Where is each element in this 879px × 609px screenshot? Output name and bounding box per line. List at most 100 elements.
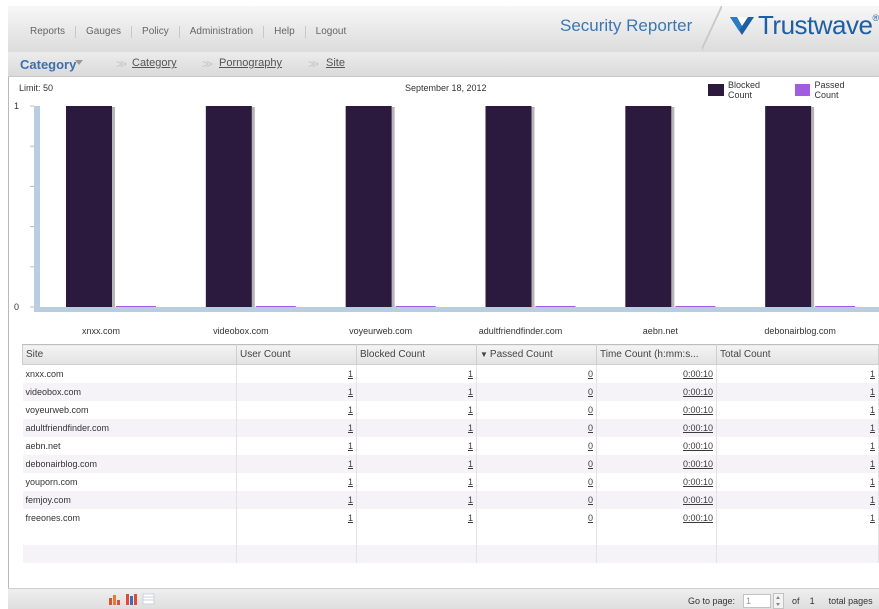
pagination: Go to page: of 1 total pages (688, 593, 873, 609)
cell-time-count[interactable]: 0:00:10 (596, 364, 717, 383)
cell-passed-count[interactable]: 0 (476, 491, 597, 509)
empty-cell (596, 545, 717, 563)
cell-user-count[interactable]: 1 (236, 491, 357, 509)
menu-policy[interactable]: Policy (132, 26, 180, 38)
bar-blocked (66, 106, 112, 307)
bar-blocked (205, 106, 252, 307)
category-dropdown[interactable]: Category (20, 57, 76, 72)
cell-user-count[interactable]: 1 (236, 509, 357, 527)
table-view-icon[interactable] (142, 593, 156, 605)
bar-shadow (112, 107, 115, 307)
breadcrumb-link-pornography[interactable]: Pornography (219, 57, 282, 69)
breadcrumb-link-category[interactable]: Category (132, 57, 177, 69)
empty-row (22, 527, 879, 545)
cell-passed-count[interactable]: 0 (476, 509, 597, 527)
cell-total-count[interactable]: 1 (716, 491, 879, 509)
cell-blocked-count[interactable]: 1 (356, 455, 477, 473)
cell-site: debonairblog.com (22, 455, 237, 473)
empty-cell (356, 527, 477, 545)
cell-time-count[interactable]: 0:00:10 (596, 509, 717, 527)
page-stepper[interactable] (773, 593, 785, 609)
cell-time-count[interactable]: 0:00:10 (596, 401, 717, 419)
empty-cell (22, 545, 237, 563)
col-header-total-count[interactable]: Total Count (716, 344, 879, 365)
col-header-site[interactable]: Site (22, 344, 237, 365)
breadcrumb-link-site[interactable]: Site (326, 57, 345, 69)
stacked-chart-view-icon[interactable] (125, 593, 139, 605)
cell-user-count[interactable]: 1 (236, 401, 357, 419)
cell-passed-count[interactable]: 0 (476, 473, 597, 491)
bar-blocked (485, 106, 532, 307)
cell-user-count[interactable]: 1 (236, 455, 357, 473)
cell-site: adultfriendfinder.com (22, 419, 237, 437)
table-row[interactable]: debonairblog.com 1 1 0 0:00:10 1 (22, 455, 879, 473)
x-tick-label: xnxx.com (81, 326, 121, 336)
cell-total-count[interactable]: 1 (716, 509, 879, 527)
page-number-input[interactable] (743, 594, 772, 608)
total-pages-value: 1 (809, 596, 815, 606)
cell-passed-count[interactable]: 0 (476, 419, 597, 437)
cell-passed-count[interactable]: 0 (476, 401, 597, 419)
main-menu: Reports Gauges Policy Administration Hel… (20, 26, 356, 38)
table-row[interactable]: femjoy.com 1 1 0 0:00:10 1 (22, 491, 879, 509)
chevron-down-icon[interactable] (75, 60, 83, 65)
menu-gauges[interactable]: Gauges (76, 26, 133, 38)
cell-blocked-count[interactable]: 1 (356, 509, 477, 527)
menu-help[interactable]: Help (264, 26, 306, 38)
cell-blocked-count[interactable]: 1 (356, 491, 477, 509)
table-row[interactable]: aebn.net 1 1 0 0:00:10 1 (22, 437, 879, 455)
x-tick-label: videobox.com (213, 326, 269, 336)
cell-time-count[interactable]: 0:00:10 (596, 455, 717, 473)
menu-logout[interactable]: Logout (306, 26, 357, 38)
cell-time-count[interactable]: 0:00:10 (596, 437, 717, 455)
table-row[interactable]: voyeurweb.com 1 1 0 0:00:10 1 (22, 401, 879, 419)
cell-time-count[interactable]: 0:00:10 (596, 419, 717, 437)
col-header-time-count[interactable]: Time Count (h:mm:s... (596, 344, 717, 365)
cell-total-count[interactable]: 1 (716, 383, 879, 401)
cell-user-count[interactable]: 1 (236, 419, 357, 437)
table-row[interactable]: videobox.com 1 1 0 0:00:10 1 (22, 383, 879, 401)
view-switcher (108, 593, 156, 605)
empty-row (22, 545, 879, 563)
cell-user-count[interactable]: 1 (236, 364, 357, 383)
menu-administration[interactable]: Administration (180, 26, 265, 38)
empty-cell (236, 527, 357, 545)
cell-passed-count[interactable]: 0 (476, 364, 597, 383)
cell-user-count[interactable]: 1 (236, 437, 357, 455)
bar-passed (116, 306, 156, 307)
cell-time-count[interactable]: 0:00:10 (596, 383, 717, 401)
cell-user-count[interactable]: 1 (236, 383, 357, 401)
table-row[interactable]: adultfriendfinder.com 1 1 0 0:00:10 1 (22, 419, 879, 437)
col-header-passed-count[interactable]: ▼ Passed Count (476, 344, 597, 365)
cell-total-count[interactable]: 1 (716, 437, 879, 455)
cell-time-count[interactable]: 0:00:10 (596, 491, 717, 509)
site-table: Site User Count Blocked Count ▼ Passed Co… (22, 344, 879, 563)
table-row[interactable]: xnxx.com 1 1 0 0:00:10 1 (22, 364, 879, 383)
cell-passed-count[interactable]: 0 (476, 437, 597, 455)
table-row[interactable]: youporn.com 1 1 0 0:00:10 1 (22, 473, 879, 491)
logo-registered-mark: ® (872, 12, 879, 23)
bar-passed (675, 306, 716, 307)
cell-blocked-count[interactable]: 1 (356, 364, 477, 383)
cell-blocked-count[interactable]: 1 (356, 401, 477, 419)
cell-total-count[interactable]: 1 (716, 401, 879, 419)
menu-reports[interactable]: Reports (20, 26, 77, 38)
col-header-user-count[interactable]: User Count (236, 344, 357, 365)
cell-blocked-count[interactable]: 1 (356, 473, 477, 491)
cell-total-count[interactable]: 1 (716, 455, 879, 473)
table-row[interactable]: freeones.com 1 1 0 0:00:10 1 (22, 509, 879, 527)
cell-time-count[interactable]: 0:00:10 (596, 473, 717, 491)
col-header-blocked-count[interactable]: Blocked Count (356, 344, 477, 365)
header-divider (702, 6, 722, 52)
cell-total-count[interactable]: 1 (716, 473, 879, 491)
cell-passed-count[interactable]: 0 (476, 383, 597, 401)
cell-total-count[interactable]: 1 (716, 364, 879, 383)
cell-user-count[interactable]: 1 (236, 473, 357, 491)
cell-blocked-count[interactable]: 1 (356, 419, 477, 437)
cell-blocked-count[interactable]: 1 (356, 383, 477, 401)
bar-chart-view-icon[interactable] (108, 593, 122, 605)
cell-site: xnxx.com (22, 364, 237, 383)
cell-passed-count[interactable]: 0 (476, 455, 597, 473)
cell-total-count[interactable]: 1 (716, 419, 879, 437)
cell-blocked-count[interactable]: 1 (356, 437, 477, 455)
